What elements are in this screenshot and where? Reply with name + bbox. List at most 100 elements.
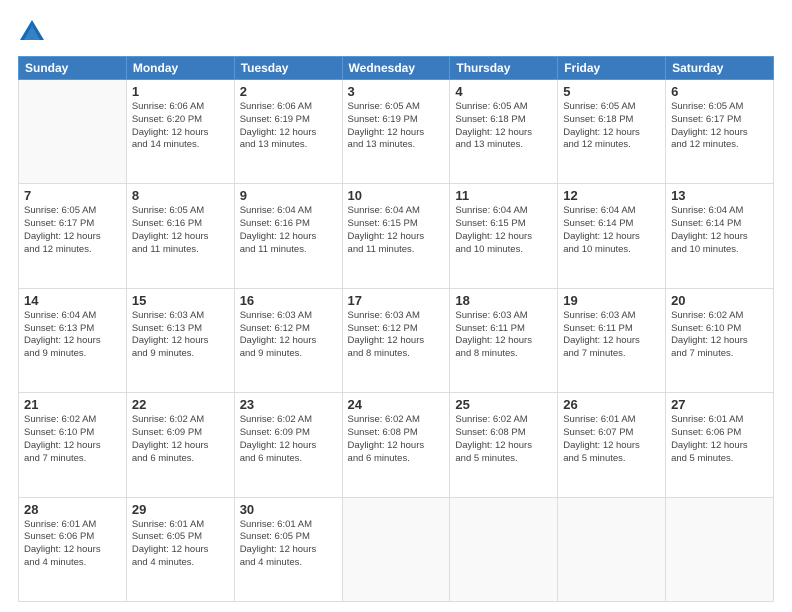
calendar-cell: 24 Sunrise: 6:02 AM Sunset: 6:08 PM Dayli… — [342, 393, 450, 497]
calendar-cell: 19 Sunrise: 6:03 AM Sunset: 6:11 PM Dayli… — [558, 288, 666, 392]
day-info: Sunrise: 6:04 AM Sunset: 6:15 PM Dayligh… — [348, 205, 445, 256]
day-number: 4 — [455, 84, 552, 99]
day-info: Sunrise: 6:02 AM Sunset: 6:10 PM Dayligh… — [671, 310, 768, 361]
calendar-cell: 3 Sunrise: 6:05 AM Sunset: 6:19 PM Daylig… — [342, 80, 450, 184]
calendar-cell: 18 Sunrise: 6:03 AM Sunset: 6:11 PM Dayli… — [450, 288, 558, 392]
day-number: 10 — [348, 188, 445, 203]
day-info: Sunrise: 6:06 AM Sunset: 6:19 PM Dayligh… — [240, 101, 337, 152]
day-info: Sunrise: 6:02 AM Sunset: 6:09 PM Dayligh… — [240, 414, 337, 465]
day-info: Sunrise: 6:01 AM Sunset: 6:05 PM Dayligh… — [240, 519, 337, 570]
calendar-header-friday: Friday — [558, 57, 666, 80]
day-info: Sunrise: 6:03 AM Sunset: 6:11 PM Dayligh… — [455, 310, 552, 361]
calendar-cell: 26Sunrise: 6:01 AM Sunset: 6:07 PM Dayli… — [558, 393, 666, 497]
logo — [18, 18, 50, 46]
day-number: 8 — [132, 188, 229, 203]
calendar-cell: 13 Sunrise: 6:04 AM Sunset: 6:14 PM Dayli… — [666, 184, 774, 288]
day-info: Sunrise: 6:04 AM Sunset: 6:14 PM Dayligh… — [563, 205, 660, 256]
calendar-cell: 23 Sunrise: 6:02 AM Sunset: 6:09 PM Dayli… — [234, 393, 342, 497]
calendar-cell: 7 Sunrise: 6:05 AM Sunset: 6:17 PM Daylig… — [19, 184, 127, 288]
day-info: Sunrise: 6:02 AM Sunset: 6:08 PM Dayligh… — [348, 414, 445, 465]
day-number: 5 — [563, 84, 660, 99]
calendar-week-row: 1 Sunrise: 6:06 AM Sunset: 6:20 PM Daylig… — [19, 80, 774, 184]
day-number: 16 — [240, 293, 337, 308]
day-number: 27 — [671, 397, 768, 412]
calendar-cell: 10 Sunrise: 6:04 AM Sunset: 6:15 PM Dayli… — [342, 184, 450, 288]
day-info: Sunrise: 6:03 AM Sunset: 6:12 PM Dayligh… — [348, 310, 445, 361]
day-info: Sunrise: 6:03 AM Sunset: 6:11 PM Dayligh… — [563, 310, 660, 361]
calendar-cell: 21 Sunrise: 6:02 AM Sunset: 6:10 PM Dayli… — [19, 393, 127, 497]
day-info: Sunrise: 6:04 AM Sunset: 6:15 PM Dayligh… — [455, 205, 552, 256]
day-info: Sunrise: 6:04 AM Sunset: 6:16 PM Dayligh… — [240, 205, 337, 256]
calendar-table: SundayMondayTuesdayWednesdayThursdayFrid… — [18, 56, 774, 602]
calendar-cell — [558, 497, 666, 601]
calendar-cell: 1 Sunrise: 6:06 AM Sunset: 6:20 PM Daylig… — [126, 80, 234, 184]
calendar-cell: 5 Sunrise: 6:05 AM Sunset: 6:18 PM Daylig… — [558, 80, 666, 184]
day-info: Sunrise: 6:04 AM Sunset: 6:13 PM Dayligh… — [24, 310, 121, 361]
day-info: Sunrise: 6:01 AM Sunset: 6:05 PM Dayligh… — [132, 519, 229, 570]
calendar-header-row: SundayMondayTuesdayWednesdayThursdayFrid… — [19, 57, 774, 80]
day-info: Sunrise: 6:05 AM Sunset: 6:17 PM Dayligh… — [24, 205, 121, 256]
calendar-cell: 6 Sunrise: 6:05 AM Sunset: 6:17 PM Daylig… — [666, 80, 774, 184]
calendar-cell: 17 Sunrise: 6:03 AM Sunset: 6:12 PM Dayli… — [342, 288, 450, 392]
logo-icon — [18, 18, 46, 46]
day-number: 21 — [24, 397, 121, 412]
day-number: 3 — [348, 84, 445, 99]
day-number: 24 — [348, 397, 445, 412]
page: SundayMondayTuesdayWednesdayThursdayFrid… — [0, 0, 792, 612]
day-number: 23 — [240, 397, 337, 412]
calendar-cell — [19, 80, 127, 184]
day-info: Sunrise: 6:01 AM Sunset: 6:07 PM Dayligh… — [563, 414, 660, 465]
day-number: 20 — [671, 293, 768, 308]
calendar-cell: 22 Sunrise: 6:02 AM Sunset: 6:09 PM Dayli… — [126, 393, 234, 497]
calendar-header-saturday: Saturday — [666, 57, 774, 80]
day-info: Sunrise: 6:04 AM Sunset: 6:14 PM Dayligh… — [671, 205, 768, 256]
day-info: Sunrise: 6:02 AM Sunset: 6:08 PM Dayligh… — [455, 414, 552, 465]
day-info: Sunrise: 6:06 AM Sunset: 6:20 PM Dayligh… — [132, 101, 229, 152]
calendar-cell: 4 Sunrise: 6:05 AM Sunset: 6:18 PM Daylig… — [450, 80, 558, 184]
day-number: 7 — [24, 188, 121, 203]
day-info: Sunrise: 6:02 AM Sunset: 6:10 PM Dayligh… — [24, 414, 121, 465]
day-number: 13 — [671, 188, 768, 203]
day-number: 15 — [132, 293, 229, 308]
calendar-cell: 27 Sunrise: 6:01 AM Sunset: 6:06 PM Dayli… — [666, 393, 774, 497]
day-number: 19 — [563, 293, 660, 308]
day-info: Sunrise: 6:03 AM Sunset: 6:12 PM Dayligh… — [240, 310, 337, 361]
calendar-header-thursday: Thursday — [450, 57, 558, 80]
day-info: Sunrise: 6:05 AM Sunset: 6:17 PM Dayligh… — [671, 101, 768, 152]
day-info: Sunrise: 6:05 AM Sunset: 6:18 PM Dayligh… — [563, 101, 660, 152]
calendar-cell: 25 Sunrise: 6:02 AM Sunset: 6:08 PM Dayli… — [450, 393, 558, 497]
calendar-cell: 9 Sunrise: 6:04 AM Sunset: 6:16 PM Daylig… — [234, 184, 342, 288]
calendar-cell: 20 Sunrise: 6:02 AM Sunset: 6:10 PM Dayli… — [666, 288, 774, 392]
calendar-cell: 29Sunrise: 6:01 AM Sunset: 6:05 PM Dayli… — [126, 497, 234, 601]
day-number: 22 — [132, 397, 229, 412]
calendar-cell — [450, 497, 558, 601]
day-number: 25 — [455, 397, 552, 412]
day-number: 14 — [24, 293, 121, 308]
day-number: 6 — [671, 84, 768, 99]
calendar-header-sunday: Sunday — [19, 57, 127, 80]
calendar-cell — [666, 497, 774, 601]
day-info: Sunrise: 6:05 AM Sunset: 6:18 PM Dayligh… — [455, 101, 552, 152]
day-number: 9 — [240, 188, 337, 203]
day-info: Sunrise: 6:02 AM Sunset: 6:09 PM Dayligh… — [132, 414, 229, 465]
day-number: 30 — [240, 502, 337, 517]
calendar-cell: 14 Sunrise: 6:04 AM Sunset: 6:13 PM Dayli… — [19, 288, 127, 392]
day-info: Sunrise: 6:01 AM Sunset: 6:06 PM Dayligh… — [671, 414, 768, 465]
day-info: Sunrise: 6:01 AM Sunset: 6:06 PM Dayligh… — [24, 519, 121, 570]
calendar-cell: 28 Sunrise: 6:01 AM Sunset: 6:06 PM Dayli… — [19, 497, 127, 601]
calendar-cell: 15 Sunrise: 6:03 AM Sunset: 6:13 PM Dayli… — [126, 288, 234, 392]
day-number: 1 — [132, 84, 229, 99]
calendar-cell: 8 Sunrise: 6:05 AM Sunset: 6:16 PM Daylig… — [126, 184, 234, 288]
calendar-header-monday: Monday — [126, 57, 234, 80]
day-number: 2 — [240, 84, 337, 99]
day-number: 18 — [455, 293, 552, 308]
calendar-week-row: 21 Sunrise: 6:02 AM Sunset: 6:10 PM Dayli… — [19, 393, 774, 497]
day-info: Sunrise: 6:05 AM Sunset: 6:19 PM Dayligh… — [348, 101, 445, 152]
day-number: 28 — [24, 502, 121, 517]
day-number: 17 — [348, 293, 445, 308]
calendar-cell: 30 Sunrise: 6:01 AM Sunset: 6:05 PM Dayli… — [234, 497, 342, 601]
day-info: Sunrise: 6:03 AM Sunset: 6:13 PM Dayligh… — [132, 310, 229, 361]
calendar-cell: 16 Sunrise: 6:03 AM Sunset: 6:12 PM Dayli… — [234, 288, 342, 392]
day-info: Sunrise: 6:05 AM Sunset: 6:16 PM Dayligh… — [132, 205, 229, 256]
calendar-header-wednesday: Wednesday — [342, 57, 450, 80]
